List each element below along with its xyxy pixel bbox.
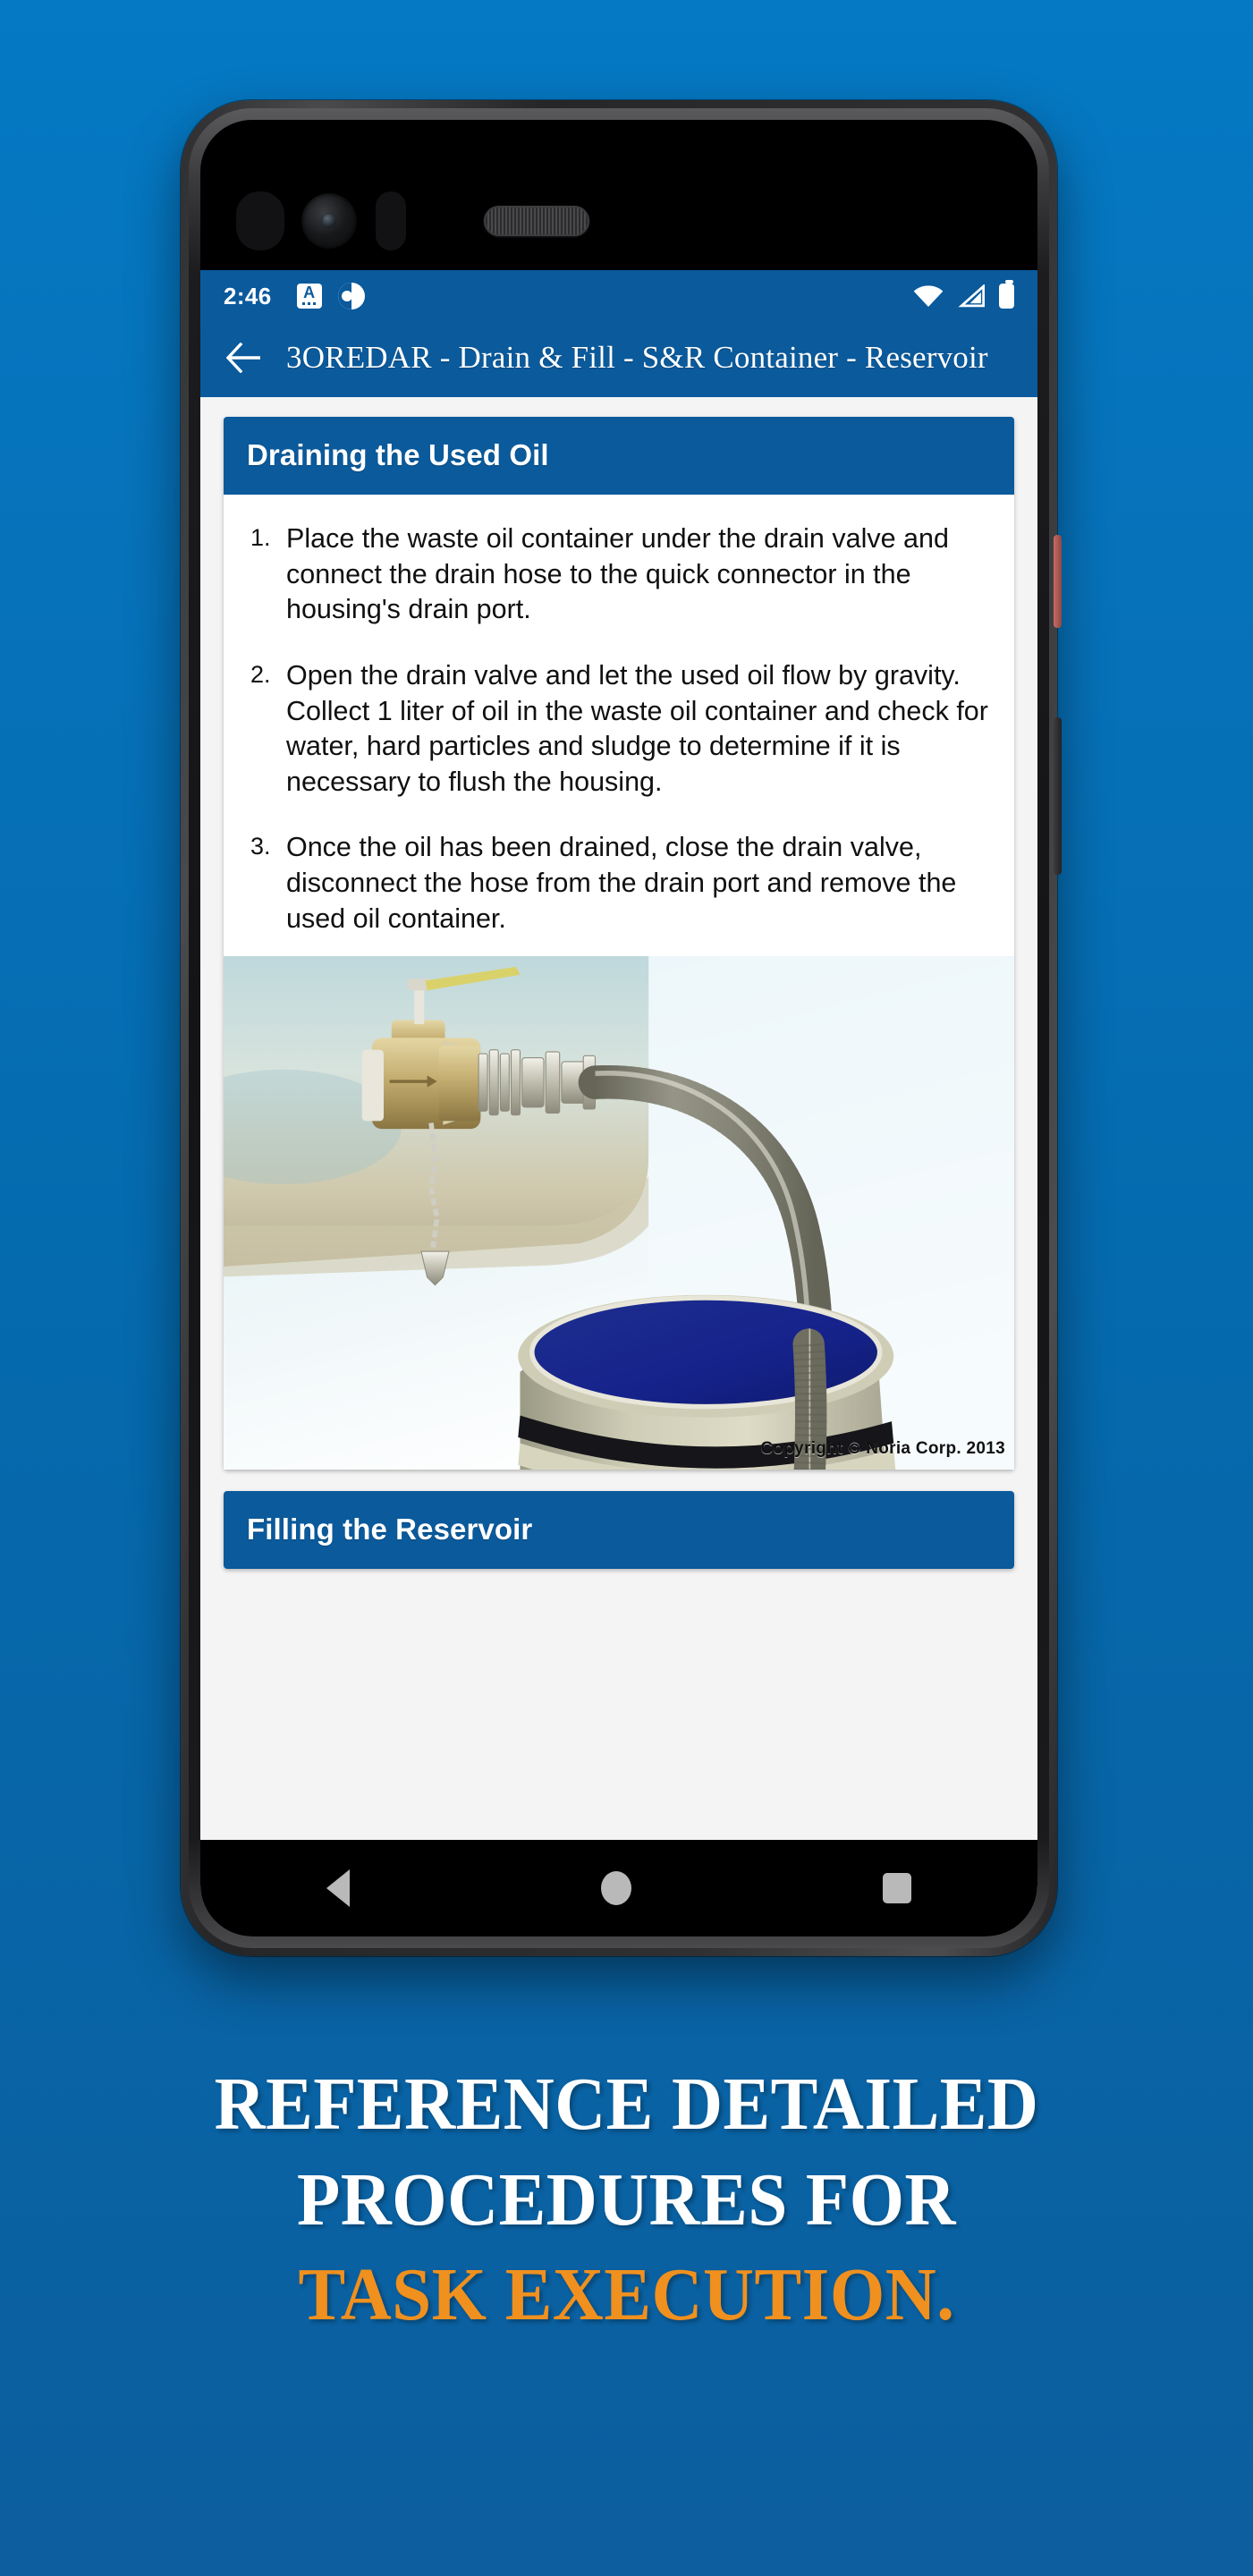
content-scroll-area[interactable]: Draining the Used Oil Place the waste oi… [200,397,1037,1840]
phone-mockup: 2:46 A 3OREDAR - Drain & Fill - S&R Cont… [181,100,1062,1956]
light-sensor-icon [376,191,406,250]
front-sensor-row [200,172,1037,270]
caption-line-2: PROCEDURES FOR [296,2157,956,2241]
procedure-step-list: Place the waste oil container under the … [247,521,991,936]
proximity-sensor-icon [236,191,284,250]
home-nav-button[interactable] [600,1871,631,1905]
wifi-icon [913,285,944,308]
contrast-circle-icon [337,283,365,309]
earpiece-speaker-icon [484,206,589,236]
page-title: 3OREDAR - Drain & Fill - S&R Container -… [286,339,988,375]
caption-line-3: TASK EXECUTION. [298,2253,955,2337]
cell-signal-icon [958,284,985,308]
phone-screen: 2:46 A 3OREDAR - Drain & Fill - S&R Cont… [200,120,1037,1936]
volume-button[interactable] [1054,717,1062,875]
status-bar-clock: 2:46 [224,282,272,309]
android-navigation-bar [200,1840,1037,1936]
card-draining-the-used-oil: Draining the Used Oil Place the waste oi… [224,417,1014,1470]
app-bar: 3OREDAR - Drain & Fill - S&R Container -… [200,322,1037,397]
image-copyright-text: Copyright © Noria Corp. 2013 [760,1439,1005,1459]
power-button[interactable] [1054,535,1062,628]
card-body: Place the waste oil container under the … [224,495,1014,936]
caption-line-1: REFERENCE DETAILED [214,2063,1039,2146]
status-bar-notification-icons: A [296,283,365,309]
front-camera-icon [301,193,357,249]
status-bar: 2:46 A [200,270,1037,322]
promo-caption: REFERENCE DETAILED PROCEDURES FOR TASK E… [0,2057,1253,2343]
card-header: Draining the Used Oil [224,417,1014,495]
list-item: Place the waste oil container under the … [250,522,949,625]
card-header: Filling the Reservoir [224,1491,1014,1570]
back-nav-button[interactable] [326,1869,350,1907]
app-viewport: 2:46 A 3OREDAR - Drain & Fill - S&R Cont… [200,270,1037,1936]
list-item: Once the oil has been drained, close the… [250,831,957,934]
drain-valve-hose-into-drum-illustration: Copyright © Noria Corp. 2013 [224,956,1014,1470]
back-arrow-icon[interactable] [224,336,267,379]
recents-nav-button[interactable] [883,1873,912,1903]
card-filling-the-reservoir: Filling the Reservoir [224,1491,1014,1570]
status-bar-system-icons [913,280,1014,309]
translate-icon: A [296,284,322,309]
battery-icon [999,280,1014,309]
list-item: Open the drain valve and let the used oi… [250,659,988,797]
